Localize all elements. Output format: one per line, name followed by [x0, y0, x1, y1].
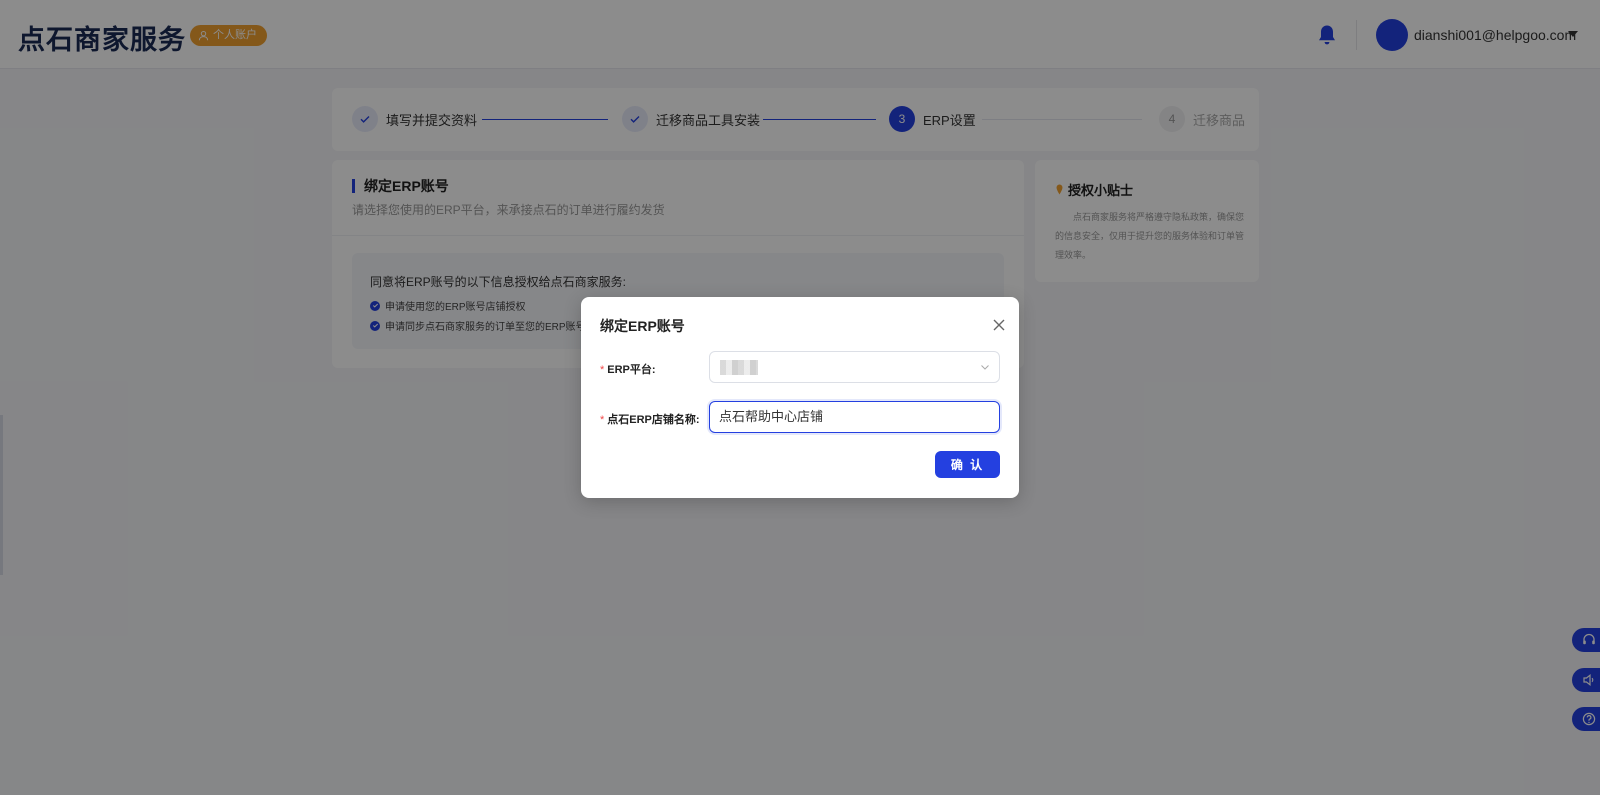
store-name-label-text: 点石ERP店铺名称: — [607, 414, 700, 426]
bind-erp-dialog: 绑定ERP账号 *ERP平台: *点石ERP店铺名称: 确 认 — [581, 297, 1019, 498]
close-icon[interactable] — [991, 317, 1007, 333]
chevron-down-icon — [981, 365, 989, 370]
store-name-input[interactable] — [719, 402, 989, 432]
store-name-field[interactable] — [709, 401, 1000, 433]
erp-platform-select[interactable] — [709, 351, 1000, 383]
confirm-button[interactable]: 确 认 — [935, 451, 1000, 478]
erp-platform-label-text: ERP平台: — [607, 364, 656, 376]
store-name-label: * 点石ERP店铺名称: — [600, 414, 700, 426]
dialog-title: 绑定ERP账号 — [600, 318, 685, 334]
erp-platform-label: * ERP平台: — [600, 364, 656, 376]
erp-platform-selected-value — [720, 360, 758, 375]
